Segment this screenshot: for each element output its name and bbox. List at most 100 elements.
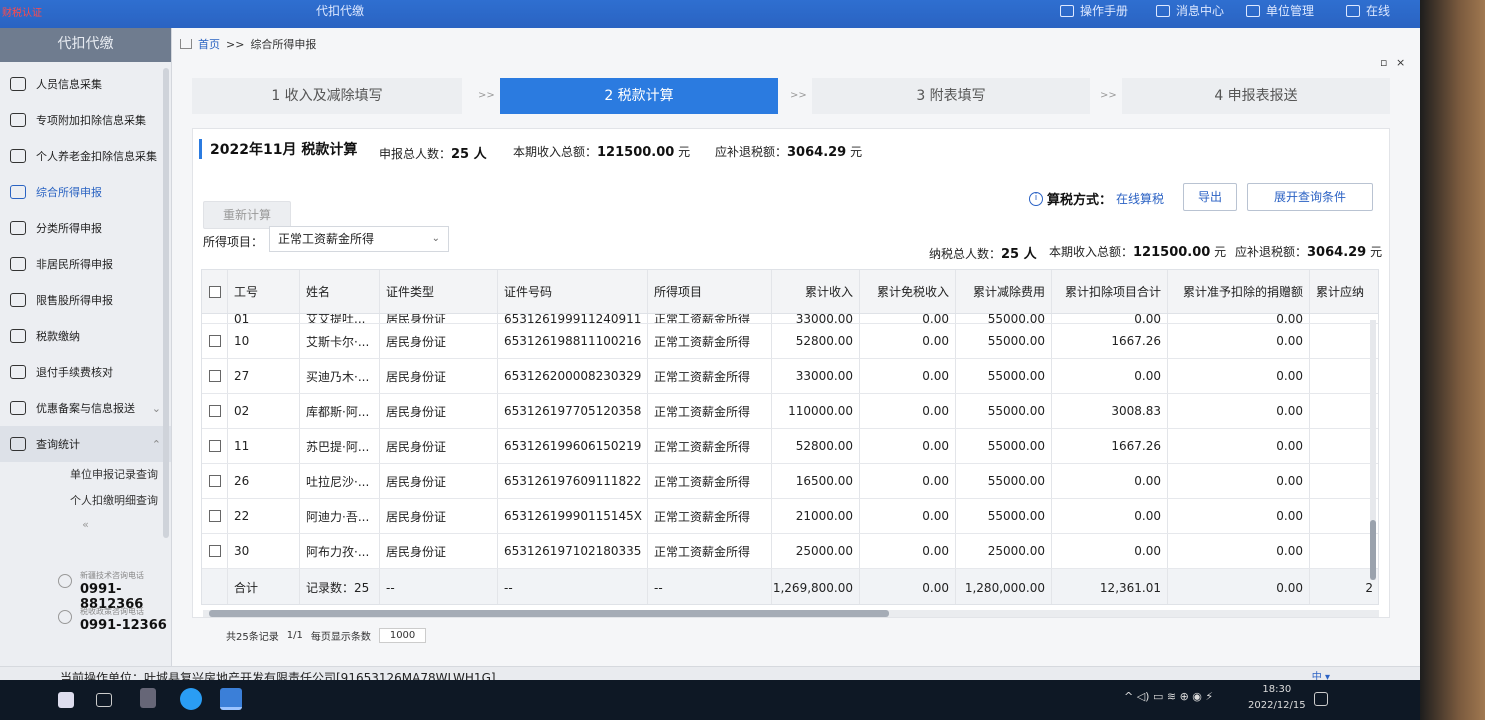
- table-cell: 0.00: [1052, 314, 1168, 323]
- info-icon[interactable]: i: [1029, 191, 1043, 206]
- sidebar-item-nonresident[interactable]: 非居民所得申报: [0, 246, 171, 282]
- calculator-icon[interactable]: [140, 688, 156, 708]
- step-2[interactable]: 2 税款计算: [500, 78, 778, 114]
- recalc-button[interactable]: 重新计算: [203, 201, 291, 229]
- sidebar-sub-unit-record[interactable]: 单位申报记录查询: [0, 462, 171, 488]
- row-checkbox[interactable]: [202, 314, 228, 323]
- breadcrumb-home[interactable]: 首页: [198, 36, 220, 52]
- sidebar-item-special-deduction[interactable]: 专项附加扣除信息采集: [0, 102, 171, 138]
- ie-icon[interactable]: [180, 688, 202, 710]
- step-4[interactable]: 4 申报表报送: [1122, 78, 1390, 114]
- close-icon[interactable]: ×: [1396, 56, 1405, 69]
- table-row[interactable]: 10 艾斯卡尔·... 居民身份证 653126198811100216 正常工资薪金所…: [202, 324, 1378, 359]
- pager-size-input[interactable]: 1000: [378, 628, 427, 643]
- col-header[interactable]: 所得项目: [648, 270, 772, 313]
- manual-button[interactable]: 操作手册: [1060, 2, 1128, 19]
- table-row[interactable]: 27 买迪乃木·... 居民身份证 653126200008230329 正常工资薪金所…: [202, 359, 1378, 394]
- select-all-checkbox[interactable]: [202, 270, 228, 313]
- table-cell: 26: [228, 464, 300, 498]
- step-1[interactable]: 1 收入及减除填写: [192, 78, 462, 114]
- tax-app-icon[interactable]: [220, 688, 242, 710]
- sidebar-item-pension[interactable]: 个人养老金扣除信息采集: [0, 138, 171, 174]
- unit-manage-button[interactable]: 单位管理: [1246, 2, 1314, 19]
- phone-caption: 新疆技术咨询电话: [80, 571, 144, 580]
- table-row[interactable]: 26 吐拉尼沙·... 居民身份证 653126197609111822 正常工资薪金所…: [202, 464, 1378, 499]
- table-row[interactable]: 01 艾艾提吐... 居民身份证 653126199911240911 正常工资薪金所得…: [202, 314, 1378, 324]
- sidebar-item-query-stats[interactable]: 查询统计 ⌃: [0, 426, 171, 462]
- online-status-button[interactable]: 在线: [1346, 2, 1390, 19]
- table-cell: 居民身份证: [380, 394, 498, 428]
- clock[interactable]: 18:30 2022/12/15: [1248, 682, 1306, 714]
- tax-grid: 工号 姓名 证件类型 证件号码 所得项目 累计收入 累计免税收入 累计减除费用 …: [201, 269, 1379, 605]
- income-item-select[interactable]: 正常工资薪金所得 ⌄: [269, 226, 449, 252]
- row-checkbox[interactable]: [202, 394, 228, 428]
- sidebar-item-person-info[interactable]: 人员信息采集: [0, 66, 171, 102]
- col-header[interactable]: 证件类型: [380, 270, 498, 313]
- table-row[interactable]: 02 库都斯·阿... 居民身份证 653126197705120358 正常工资薪金所…: [202, 394, 1378, 429]
- step-3[interactable]: 3 附表填写: [812, 78, 1090, 114]
- online-calc-link[interactable]: 在线算税: [1116, 190, 1164, 207]
- col-header[interactable]: 工号: [228, 270, 300, 313]
- grid-vscroll[interactable]: [1370, 320, 1376, 580]
- table-cell: 33000.00: [772, 359, 860, 393]
- table-row[interactable]: 22 阿迪力·吾... 居民身份证 65312619990115145X 正常工资薪金所…: [202, 499, 1378, 534]
- table-cell: [1310, 429, 1378, 463]
- notification-icon[interactable]: [1314, 692, 1328, 706]
- table-cell: 1667.26: [1052, 429, 1168, 463]
- col-header[interactable]: 姓名: [300, 270, 380, 313]
- row-checkbox[interactable]: [202, 464, 228, 498]
- col-header[interactable]: 累计准予扣除的捐赠额: [1168, 270, 1310, 313]
- message-center-button[interactable]: 消息中心: [1156, 2, 1224, 19]
- row-checkbox[interactable]: [202, 359, 228, 393]
- table-cell: 21000.00: [772, 499, 860, 533]
- tax-due-2: 应补退税额：3064.29 元: [1235, 245, 1383, 260]
- row-checkbox[interactable]: [202, 499, 228, 533]
- col-header[interactable]: 累计减除费用: [956, 270, 1052, 313]
- manual-icon: [1060, 4, 1074, 17]
- table-cell: 55000.00: [956, 394, 1052, 428]
- sidebar-item-tax-payment[interactable]: 税款缴纳: [0, 318, 171, 354]
- table-cell: 0.00: [860, 314, 956, 323]
- checkbox-icon: [208, 510, 221, 522]
- sidebar-scrollbar[interactable]: [163, 68, 169, 538]
- breadcrumb-sep: >>: [226, 37, 245, 51]
- list-icon: [10, 113, 26, 127]
- table-cell: 正常工资薪金所得: [648, 429, 772, 463]
- breadcrumb: 首页 >> 综合所得申报: [180, 36, 316, 52]
- table-row[interactable]: 30 阿布力孜·... 居民身份证 653126197102180335 正常工资薪金所…: [202, 534, 1378, 569]
- sidebar-item-classified[interactable]: 分类所得申报: [0, 210, 171, 246]
- col-header[interactable]: 累计扣除项目合计: [1052, 270, 1168, 313]
- table-cell: 653126199911240911: [498, 314, 648, 323]
- sidebar-item-preferential[interactable]: 优惠备案与信息报送 ⌄: [0, 390, 171, 426]
- table-cell: 0.00: [1168, 534, 1310, 568]
- tray-icons[interactable]: ^ ◁) ▭ ≋ ⊕ ◉ ⚡: [1124, 690, 1213, 703]
- table-cell: 0.00: [1052, 359, 1168, 393]
- grid-header: 工号 姓名 证件类型 证件号码 所得项目 累计收入 累计免税收入 累计减除费用 …: [202, 270, 1378, 314]
- expand-query-button[interactable]: 展开查询条件: [1247, 183, 1373, 211]
- row-checkbox[interactable]: [202, 324, 228, 358]
- pager-page: 1/1: [286, 630, 303, 641]
- export-button[interactable]: 导出: [1183, 183, 1237, 211]
- collapse-icon[interactable]: «: [0, 518, 171, 531]
- col-header[interactable]: 累计收入: [772, 270, 860, 313]
- row-checkbox[interactable]: [202, 429, 228, 463]
- checkbox-icon: [208, 475, 221, 487]
- row-checkbox[interactable]: [202, 534, 228, 568]
- col-header[interactable]: 累计应纳: [1310, 270, 1378, 313]
- task-view-icon[interactable]: [96, 693, 112, 707]
- table-cell: 正常工资薪金所得: [648, 324, 772, 358]
- home-icon: [180, 39, 192, 49]
- table-row[interactable]: 11 苏巴提·阿... 居民身份证 653126199606150219 正常工资薪金所…: [202, 429, 1378, 464]
- sidebar-item-refund-fee[interactable]: 退付手续费核对: [0, 354, 171, 390]
- sidebar-item-restricted-stock[interactable]: 限售股所得申报: [0, 282, 171, 318]
- col-header[interactable]: 累计免税收入: [860, 270, 956, 313]
- grid-hscroll[interactable]: [203, 610, 1379, 617]
- col-header[interactable]: 证件号码: [498, 270, 648, 313]
- sidebar-sub-personal-detail[interactable]: 个人扣缴明细查询: [0, 488, 171, 514]
- sidebar-item-comprehensive[interactable]: 综合所得申报: [0, 174, 171, 210]
- table-cell: 65312619990115145X: [498, 499, 648, 533]
- checkbox-icon: [208, 335, 221, 347]
- restore-icon[interactable]: ▫: [1380, 56, 1387, 69]
- pager-size-label: 每页显示条数: [310, 632, 371, 643]
- windows-start-icon[interactable]: [58, 692, 74, 708]
